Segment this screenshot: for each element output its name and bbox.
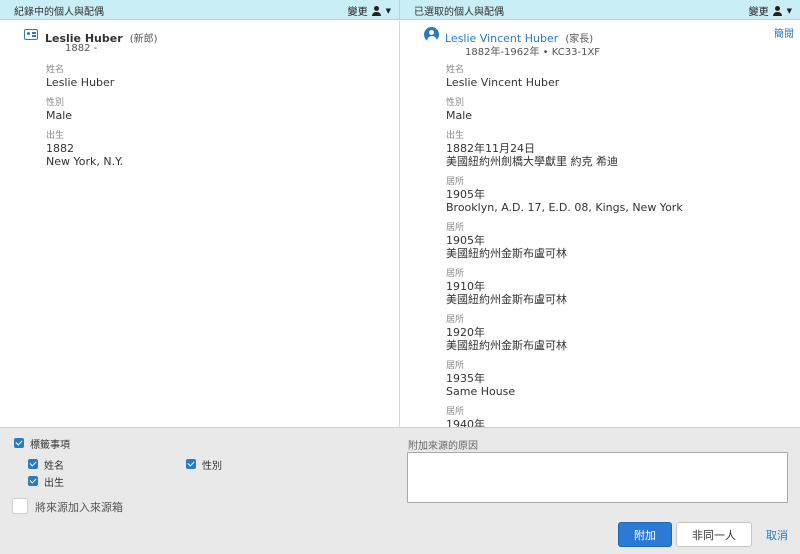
field-group: 性別 Male — [446, 98, 683, 122]
field-label: 居所 — [446, 315, 465, 325]
field-value: 1940年 — [446, 418, 485, 427]
record-column-title: 紀錄中的個人與配偶 — [14, 7, 104, 18]
field-group: 出生 1882年11月24日 美國紐約州劍橋大學獻里 約克 希迪 — [446, 131, 683, 168]
change-label: 變更 — [347, 7, 368, 18]
chevron-down-icon: ▼ — [385, 6, 391, 15]
field-label: 居所 — [446, 177, 465, 187]
person-icon — [371, 5, 382, 16]
cancel-button[interactable]: 取消 — [760, 522, 794, 547]
tag-events-checkbox[interactable] — [14, 438, 24, 448]
simple-view-link[interactable]: 簡閱 — [774, 25, 794, 40]
field-group: 居所 1910年 美國紐約州金斯布盧可林 — [446, 269, 683, 306]
selected-person-lifespan: 1882年-1962年 • KC33-1XF — [465, 47, 601, 58]
field-label: 出生 — [46, 131, 65, 141]
field-value: 1882年11月24日 — [446, 142, 535, 155]
record-person-panel: Leslie Huber (新郎) 1882 - 姓名 Leslie Huber 性… — [0, 21, 400, 427]
field-group: 居所 1920年 美國紐約州金斯布盧可林 — [446, 315, 683, 352]
field-label: 居所 — [446, 407, 465, 417]
field-value: 1935年 — [446, 372, 485, 385]
change-selected-person-button[interactable]: 變更 ▼ — [749, 3, 792, 18]
selected-column-header: 已選取的個人與配偶 變更 ▼ — [400, 0, 800, 20]
gender-checkbox[interactable] — [186, 459, 196, 469]
chevron-down-icon: ▼ — [786, 6, 792, 15]
record-card-icon — [24, 29, 38, 40]
record-column-header: 紀錄中的個人與配偶 變更 ▼ — [0, 0, 400, 20]
field-value: Brooklyn, A.D. 17, E.D. 08, Kings, New Y… — [446, 201, 683, 214]
field-value: 1882 — [46, 142, 74, 155]
attach-button[interactable]: 附加 — [618, 522, 672, 547]
selected-column-title: 已選取的個人與配偶 — [414, 7, 504, 18]
column-header-bar: 紀錄中的個人與配偶 變更 ▼ 已選取的個人與配偶 變更 ▼ — [0, 0, 800, 20]
field-group: 居所 1935年 Same House — [446, 361, 683, 398]
field-group: 出生 1882 New York, N.Y. — [46, 131, 123, 168]
add-to-source-box-checkbox[interactable] — [12, 498, 28, 514]
field-value: 美國紐約州金斯布盧可林 — [446, 339, 567, 352]
field-group: 居所 1905年 美國紐約州金斯布盧可林 — [446, 223, 683, 260]
field-group: 居所1940年美國紐約州劍橋大學獻里 約克 希迪布盧可林 — [446, 407, 683, 427]
field-value: Male — [446, 109, 473, 122]
record-person-fields: 姓名 Leslie Huber 性別 Male 出生 1882 New York, N.Y. — [46, 65, 123, 177]
field-label: 性別 — [46, 98, 65, 108]
record-person-lifespan: 1882 - — [65, 43, 98, 54]
field-group: 性別 Male — [46, 98, 123, 122]
person-avatar-icon — [424, 27, 439, 42]
birth-checkbox[interactable] — [28, 476, 38, 486]
field-group: 居所 1905年 Brooklyn, A.D. 17, E.D. 08, Kings… — [446, 177, 683, 214]
attach-options-area: 標籤事項 姓名 性別 出生 將來源加入來源箱 附加來源的原因 附加 非同一人 取… — [0, 427, 800, 554]
gender-checkbox-label: 性別 — [202, 461, 222, 472]
selected-person-fields: 姓名 Leslie Vincent Huber 性別 Male 出生 1882年11月24… — [446, 65, 683, 427]
name-checkbox[interactable] — [28, 459, 38, 469]
add-to-source-box-label: 將來源加入來源箱 — [35, 501, 123, 514]
change-label: 變更 — [748, 7, 769, 18]
birth-checkbox-label: 出生 — [44, 478, 64, 489]
reason-label: 附加來源的原因 — [408, 441, 478, 452]
field-value: Male — [46, 109, 73, 122]
field-value: Leslie Huber — [46, 76, 115, 89]
field-label: 居所 — [446, 223, 465, 233]
field-label: 出生 — [446, 131, 465, 141]
field-value: 1905年 — [446, 188, 485, 201]
name-checkbox-label: 姓名 — [44, 461, 64, 472]
field-label: 居所 — [446, 269, 465, 279]
field-value: 1905年 — [446, 234, 485, 247]
field-label: 姓名 — [46, 65, 65, 75]
field-label: 居所 — [446, 361, 465, 371]
tag-events-label: 標籤事項 — [30, 440, 70, 451]
field-value: 美國紐約州劍橋大學獻里 約克 希迪 — [446, 155, 618, 168]
field-value: 美國紐約州金斯布盧可林 — [446, 247, 567, 260]
change-record-person-button[interactable]: 變更 ▼ — [348, 3, 391, 18]
field-value: New York, N.Y. — [46, 155, 124, 168]
field-value: 1920年 — [446, 326, 485, 339]
record-person-role: (新郎) — [129, 34, 158, 45]
field-group: 姓名 Leslie Vincent Huber — [446, 65, 683, 89]
field-group: 姓名 Leslie Huber — [46, 65, 123, 89]
selected-person-panel: 簡閱 Leslie Vincent Huber (家長) 1882年-1962年… — [400, 21, 800, 427]
field-value: Leslie Vincent Huber — [446, 76, 560, 89]
person-icon — [772, 5, 783, 16]
not-same-person-button[interactable]: 非同一人 — [676, 522, 752, 547]
field-value: 美國紐約州金斯布盧可林 — [446, 293, 567, 306]
field-label: 姓名 — [446, 65, 465, 75]
reason-textarea[interactable] — [407, 452, 788, 503]
field-label: 性別 — [446, 98, 465, 108]
field-value: Same House — [446, 385, 516, 398]
field-value: 1910年 — [446, 280, 485, 293]
